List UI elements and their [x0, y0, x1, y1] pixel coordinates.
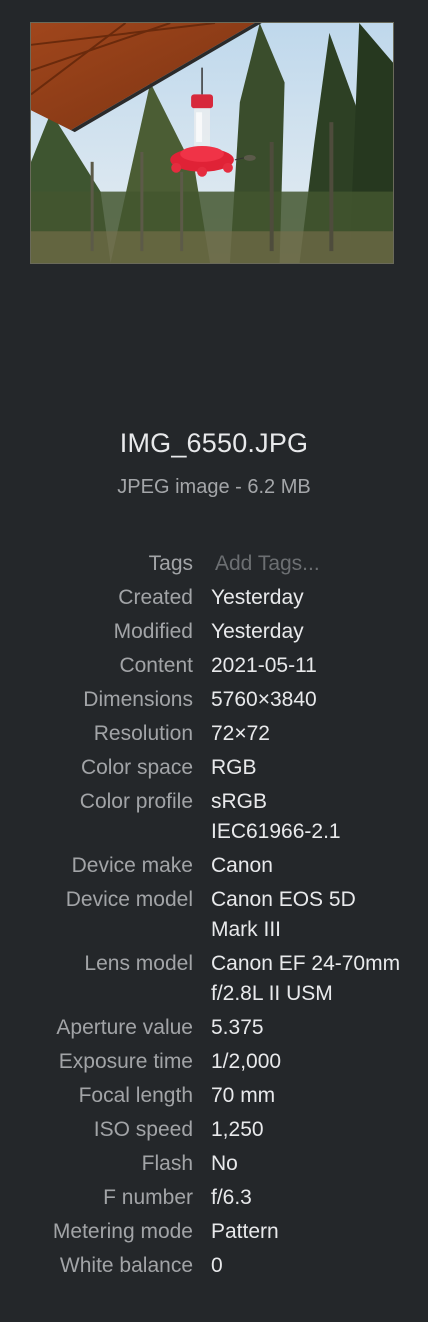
image-preview[interactable]	[30, 22, 394, 264]
focal-length-label: Focal length	[78, 1084, 193, 1107]
device-model-label: Device model	[65, 888, 193, 911]
device-model-value: Canon EOS 5D Mark III	[211, 888, 356, 941]
metadata-row-resolution: Resolution 72×72	[0, 717, 428, 751]
aperture-value: 5.375	[211, 1016, 264, 1039]
metadata-row-lens-model: Lens model Canon EF 24-70mm f/2.8L II US…	[0, 947, 428, 1011]
flash-label: Flash	[141, 1152, 193, 1175]
metadata-row-created: Created Yesterday	[0, 581, 428, 615]
content-label: Content	[119, 654, 193, 677]
metadata-row-tags: Tags Add Tags...	[0, 547, 428, 581]
metadata-row-f-number: F number f/6.3	[0, 1181, 428, 1215]
metadata-row-iso: ISO speed 1,250	[0, 1113, 428, 1147]
metadata-row-dimensions: Dimensions 5760×3840	[0, 683, 428, 717]
metadata-row-modified: Modified Yesterday	[0, 615, 428, 649]
modified-value: Yesterday	[211, 620, 304, 643]
focal-length-value: 70 mm	[211, 1084, 276, 1107]
color-profile-label: Color profile	[79, 790, 193, 813]
lens-model-label: Lens model	[84, 952, 193, 975]
metadata-row-aperture: Aperture value 5.375	[0, 1011, 428, 1045]
metadata-row-focal-length: Focal length 70 mm	[0, 1079, 428, 1113]
metadata-row-color-space: Color space RGB	[0, 751, 428, 785]
metadata-row-color-profile: Color profile sRGB IEC61966-2.1	[0, 785, 428, 849]
flash-value: No	[211, 1152, 238, 1175]
photo-thumbnail	[31, 23, 393, 263]
metadata-row-device-make: Device make Canon	[0, 849, 428, 883]
tags-label: Tags	[148, 552, 193, 575]
metadata-row-exposure: Exposure time 1/2,000	[0, 1045, 428, 1079]
tags-input[interactable]: Add Tags...	[215, 547, 420, 581]
white-balance-value: 0	[211, 1254, 223, 1277]
dimensions-value: 5760×3840	[211, 688, 317, 711]
exposure-label: Exposure time	[58, 1050, 193, 1073]
iso-label: ISO speed	[93, 1118, 193, 1141]
device-make-value: Canon	[211, 854, 273, 877]
f-number-value: f/6.3	[211, 1186, 252, 1209]
resolution-label: Resolution	[93, 722, 193, 745]
metadata-row-device-model: Device model Canon EOS 5D Mark III	[0, 883, 428, 947]
file-kind-size: JPEG image - 6.2 MB	[117, 476, 311, 498]
metadata-table: Tags Add Tags... Created Yesterday Modif…	[0, 547, 428, 1283]
lens-model-value: Canon EF 24-70mm f/2.8L II USM	[211, 952, 401, 1005]
color-space-label: Color space	[80, 756, 193, 779]
metering-value: Pattern	[211, 1220, 279, 1243]
f-number-label: F number	[103, 1186, 193, 1209]
content-value: 2021-05-11	[211, 654, 317, 677]
dimensions-label: Dimensions	[83, 688, 193, 711]
modified-label: Modified	[113, 620, 193, 643]
iso-value: 1,250	[211, 1118, 264, 1141]
device-make-label: Device make	[71, 854, 193, 877]
color-space-value: RGB	[211, 756, 257, 779]
metadata-row-content: Content 2021-05-11	[0, 649, 428, 683]
created-value: Yesterday	[211, 586, 304, 609]
metadata-row-white-balance: White balance 0	[0, 1249, 428, 1283]
created-label: Created	[118, 586, 193, 609]
metadata-row-metering: Metering mode Pattern	[0, 1215, 428, 1249]
white-balance-label: White balance	[59, 1254, 193, 1277]
aperture-label: Aperture value	[56, 1016, 193, 1039]
exposure-value: 1/2,000	[211, 1050, 282, 1073]
file-name: IMG_6550.JPG	[119, 428, 309, 458]
metering-label: Metering mode	[52, 1220, 193, 1243]
color-profile-value: sRGB IEC61966-2.1	[211, 790, 341, 843]
metadata-row-flash: Flash No	[0, 1147, 428, 1181]
resolution-value: 72×72	[211, 722, 270, 745]
